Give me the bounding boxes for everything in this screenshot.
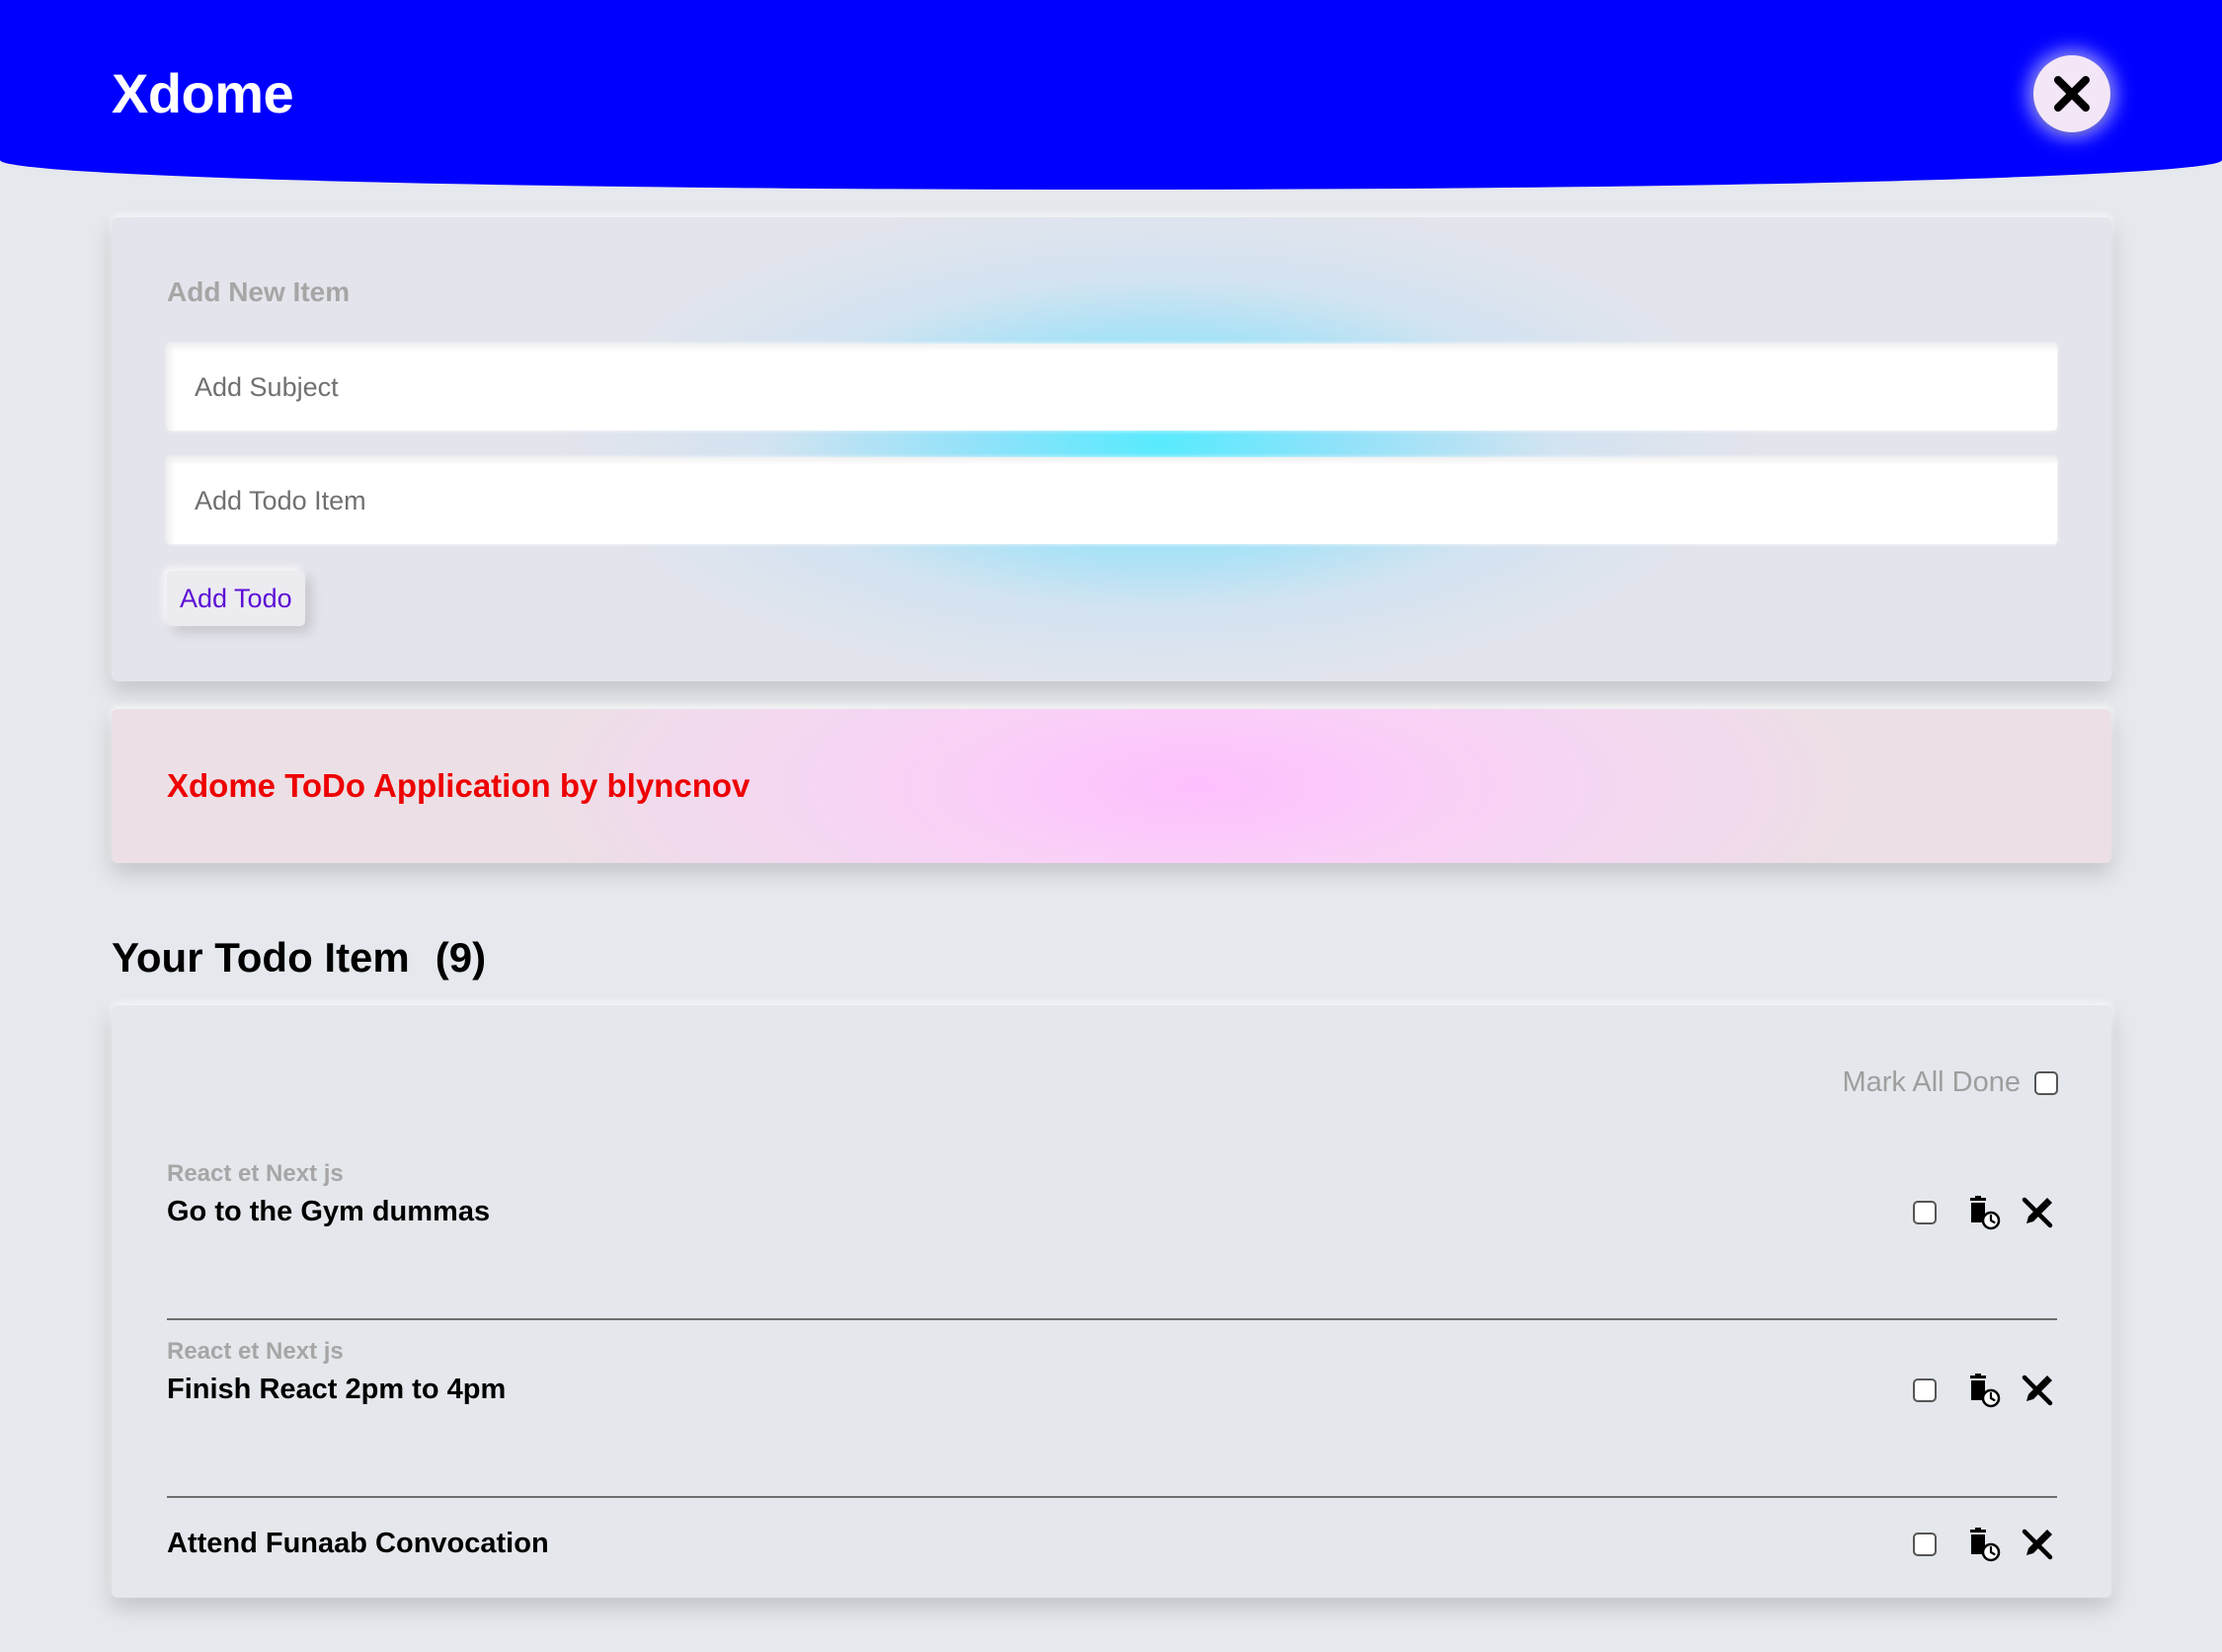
todo-subject: React et Next js	[167, 1160, 344, 1187]
delete-button[interactable]	[1964, 1371, 2004, 1410]
edit-button[interactable]	[2018, 1371, 2057, 1410]
delete-button[interactable]	[1964, 1525, 2004, 1564]
todo-list-title-text: Your Todo Item	[112, 934, 410, 981]
close-button[interactable]	[2033, 55, 2110, 132]
delete-clock-icon	[1970, 1528, 2001, 1562]
edit-button[interactable]	[2018, 1193, 2057, 1232]
edit-off-icon	[2022, 1197, 2053, 1228]
edit-off-icon	[2022, 1529, 2053, 1560]
app-title: Xdome	[112, 62, 294, 124]
todo-actions	[1913, 1371, 2057, 1410]
todo-item-input[interactable]	[167, 457, 2057, 544]
add-item-card: Add New Item Add Todo	[112, 217, 2111, 681]
banner-text: Xdome ToDo Application by blyncnov	[167, 767, 751, 804]
todo-done-checkbox[interactable]	[1913, 1533, 1937, 1556]
todo-list-card: Mark All Done React et Next js Go to the…	[112, 1005, 2111, 1598]
add-todo-button[interactable]: Add Todo	[167, 571, 305, 626]
todo-count: (9)	[435, 934, 487, 981]
todo-text: Attend Funaab Convocation	[167, 1528, 549, 1559]
todo-text: Go to the Gym dummas	[167, 1196, 491, 1227]
edit-button[interactable]	[2018, 1525, 2057, 1564]
delete-clock-icon	[1970, 1374, 2001, 1408]
todo-subject: React et Next js	[167, 1338, 344, 1365]
subject-input[interactable]	[167, 344, 2057, 431]
todo-list-title: Your Todo Item (9)	[112, 928, 486, 987]
todo-text: Finish React 2pm to 4pm	[167, 1374, 507, 1405]
todo-item: Attend Funaab Convocation	[167, 1492, 2057, 1652]
close-icon	[2054, 76, 2090, 112]
todo-actions	[1913, 1193, 2057, 1232]
delete-button[interactable]	[1964, 1193, 2004, 1232]
todo-item: React et Next js Go to the Gym dummas	[167, 1160, 2057, 1320]
mark-all-done-label: Mark All Done	[1842, 1066, 2021, 1098]
todo-item: React et Next js Finish React 2pm to 4pm	[167, 1338, 2057, 1498]
todo-actions	[1913, 1525, 2057, 1564]
add-item-heading: Add New Item	[167, 276, 351, 307]
app-header: Xdome	[0, 0, 2222, 190]
delete-clock-icon	[1970, 1196, 2001, 1230]
app-banner: Xdome ToDo Application by blyncnov	[112, 709, 2111, 863]
edit-off-icon	[2022, 1375, 2053, 1406]
todo-divider	[167, 1318, 2057, 1320]
todo-done-checkbox[interactable]	[1913, 1201, 1937, 1224]
mark-all-done: Mark All Done	[1842, 1066, 2058, 1099]
mark-all-done-checkbox[interactable]	[2034, 1070, 2058, 1095]
todo-done-checkbox[interactable]	[1913, 1378, 1937, 1402]
